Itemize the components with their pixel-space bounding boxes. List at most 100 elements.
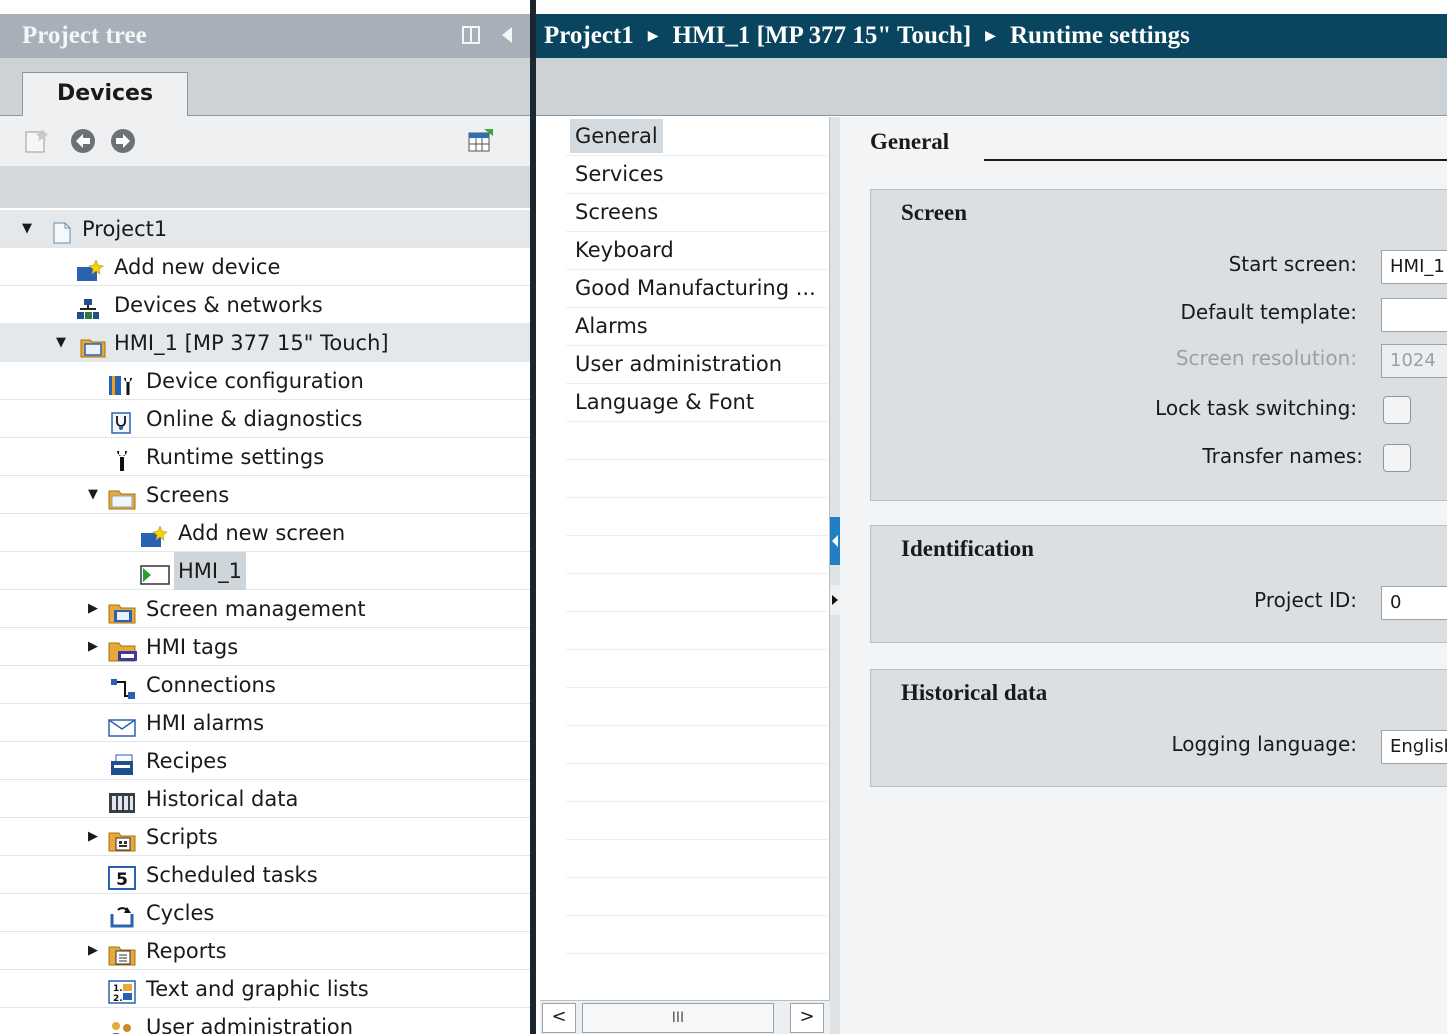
start-screen-field[interactable]: HMI_1 <box>1381 250 1447 284</box>
project-tree-header: Project tree <box>0 14 530 58</box>
tree-item-label: Add new device <box>114 255 281 279</box>
tree-item-hmi-tags[interactable]: ▶ HMI tags <box>0 628 530 666</box>
tree-item-historical-data[interactable]: Historical data <box>0 780 530 818</box>
tree-item-online-diagnostics[interactable]: Online & diagnostics <box>0 400 530 438</box>
nav-item-services[interactable]: Services <box>570 157 669 191</box>
nav-divider <box>566 231 828 232</box>
content-title: General <box>870 129 950 154</box>
nav-divider <box>566 649 828 650</box>
nav-divider <box>566 573 828 574</box>
tree-item-recipes[interactable]: Recipes <box>0 742 530 780</box>
tree-item-label: Historical data <box>146 787 299 811</box>
section-screen: Screen Start screen: HMI_1 Default templ… <box>870 189 1447 501</box>
expand-nav-handle[interactable] <box>830 585 840 615</box>
collapse-pane-icon[interactable] <box>500 14 514 58</box>
nav-item-language-font[interactable]: Language & Font <box>570 385 759 419</box>
overview-table-icon[interactable] <box>466 126 496 156</box>
nav-item-screens[interactable]: Screens <box>570 195 663 229</box>
tree-item-label: Reports <box>146 939 227 963</box>
scripts-folder-icon <box>108 826 136 852</box>
horizontal-scrollbar[interactable]: < III > <box>540 1000 830 1034</box>
section-title: Screen <box>901 200 968 225</box>
tree-item-label: Add new screen <box>178 521 346 545</box>
forward-arrow-icon[interactable] <box>108 126 138 156</box>
tree-item-label: HMI_1 [MP 377 15" Touch] <box>114 331 389 355</box>
project-icon <box>50 218 74 244</box>
nav-divider <box>566 155 828 156</box>
tree-item-scheduled-tasks[interactable]: 5 Scheduled tasks <box>0 856 530 894</box>
project-id-field[interactable]: 0 <box>1381 586 1447 620</box>
tree-item-add-new-device[interactable]: Add new device <box>0 248 530 286</box>
lock-task-switching-checkbox[interactable] <box>1383 396 1411 424</box>
folder-icon <box>108 484 136 510</box>
breadcrumb-device[interactable]: HMI_1 [MP 377 15" Touch] <box>673 22 972 49</box>
nav-divider <box>566 535 828 536</box>
nav-item-general[interactable]: General <box>570 119 663 153</box>
add-screen-icon <box>140 522 168 547</box>
collapse-nav-handle[interactable] <box>830 517 840 565</box>
expand-arrow-icon[interactable]: ▶ <box>86 818 100 856</box>
tree-item-runtime-settings[interactable]: Runtime settings <box>0 438 530 476</box>
expand-arrow-icon[interactable]: ▶ <box>86 932 100 970</box>
alarms-icon <box>108 712 136 737</box>
tree-item-label: Devices & networks <box>114 293 323 317</box>
logging-language-select[interactable]: English <box>1381 730 1447 764</box>
section-historical-data: Historical data Logging language: Englis… <box>870 669 1447 787</box>
transfer-names-checkbox[interactable] <box>1383 444 1411 472</box>
tree-item-add-new-screen[interactable]: Add new screen <box>0 514 530 552</box>
nav-splitter[interactable] <box>830 117 840 1034</box>
tree-item-screen-management[interactable]: ▶ Screen management <box>0 590 530 628</box>
tags-folder-icon <box>108 636 137 662</box>
tree-toolbar <box>0 116 530 166</box>
nav-divider <box>566 497 828 498</box>
tree-item-project1[interactable]: ▼ Project1 <box>0 210 530 248</box>
tree-item-connections[interactable]: Connections <box>0 666 530 704</box>
tree-item-screens[interactable]: ▼ Screens <box>0 476 530 514</box>
title-underline <box>984 159 1447 161</box>
settings-content: General Screen Start screen: HMI_1 Defau… <box>840 117 1447 1034</box>
nav-item-alarms[interactable]: Alarms <box>570 309 653 343</box>
nav-divider <box>566 763 828 764</box>
tree-item-cycles[interactable]: Cycles <box>0 894 530 932</box>
expand-arrow-icon[interactable]: ▶ <box>86 628 100 666</box>
tree-item-hmi-1-device[interactable]: ▼ HMI_1 [MP 377 15" Touch] <box>0 324 530 362</box>
pane-layout-icon[interactable] <box>462 14 480 58</box>
expand-arrow-icon[interactable]: ▼ <box>86 476 100 514</box>
default-template-field[interactable] <box>1381 298 1447 332</box>
tree-item-device-configuration[interactable]: Device configuration <box>0 362 530 400</box>
tree-item-label: Recipes <box>146 749 228 773</box>
svg-text:5: 5 <box>116 870 128 890</box>
new-item-icon[interactable] <box>22 126 52 156</box>
back-arrow-icon[interactable] <box>68 126 98 156</box>
tree-item-text-graphic-lists[interactable]: 1. 2. Text and graphic lists <box>0 970 530 1008</box>
scroll-left-button[interactable]: < <box>542 1003 576 1033</box>
tab-bar: Devices <box>0 58 530 117</box>
breadcrumb-separator-icon: ▶ <box>647 29 659 44</box>
reports-folder-icon <box>108 940 136 966</box>
expand-arrow-icon[interactable]: ▼ <box>54 324 68 362</box>
scroll-right-button[interactable]: > <box>790 1003 824 1033</box>
expand-arrow-icon[interactable]: ▶ <box>86 590 100 628</box>
nav-item-keyboard[interactable]: Keyboard <box>570 233 679 267</box>
nav-divider <box>566 801 828 802</box>
default-template-label: Default template: <box>1180 300 1357 324</box>
nav-divider <box>566 611 828 612</box>
tree-item-hmi-1-screen[interactable]: HMI_1 <box>0 552 530 590</box>
recipes-icon <box>110 750 134 775</box>
tree-item-hmi-alarms[interactable]: HMI alarms <box>0 704 530 742</box>
nav-item-user-administration[interactable]: User administration <box>570 347 787 381</box>
tab-devices[interactable]: Devices <box>22 72 188 117</box>
breadcrumb-runtime-settings[interactable]: Runtime settings <box>1010 22 1190 49</box>
tree-item-label: Screens <box>146 483 230 507</box>
tree-item-reports[interactable]: ▶ Reports <box>0 932 530 970</box>
expand-arrow-icon[interactable]: ▼ <box>20 210 34 248</box>
tree-item-label: Scheduled tasks <box>146 863 318 887</box>
scroll-thumb[interactable]: III <box>582 1003 774 1033</box>
lock-task-switching-label: Lock task switching: <box>1155 396 1357 420</box>
tree-item-scripts[interactable]: ▶ Scripts <box>0 818 530 856</box>
cycles-icon <box>108 902 134 928</box>
tree-item-devices-networks[interactable]: Devices & networks <box>0 286 530 324</box>
tree-item-user-administration[interactable]: User administration <box>0 1008 530 1034</box>
nav-item-good-manufacturing[interactable]: Good Manufacturing ... <box>570 271 821 305</box>
breadcrumb-project[interactable]: Project1 <box>544 22 634 49</box>
